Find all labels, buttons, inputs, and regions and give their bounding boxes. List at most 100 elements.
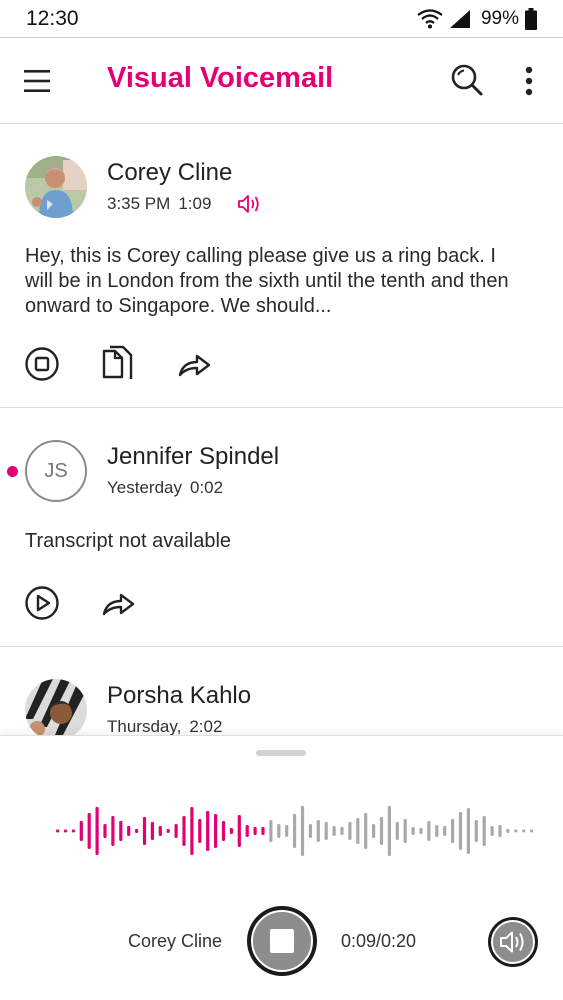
- waveform-bar: [435, 825, 439, 837]
- voicemail-duration: 1:09: [178, 194, 212, 213]
- waveform-bar: [530, 829, 534, 833]
- waveform-bar: [245, 825, 249, 837]
- waveform-bar: [182, 816, 186, 846]
- stop-icon: [270, 929, 294, 953]
- voicemail-duration: 0:02: [189, 478, 224, 497]
- copy-icon[interactable]: [101, 345, 135, 383]
- waveform-bar: [490, 826, 494, 836]
- waveform-bar: [451, 819, 455, 843]
- waveform-bar: [348, 822, 352, 840]
- unread-indicator: [7, 466, 18, 477]
- voicemail-item[interactable]: Corey Cline 3:35 PM 1:09 Hey, this is Co…: [0, 124, 563, 408]
- caller-name: Jennifer Spindel: [107, 443, 280, 470]
- waveform-bar: [95, 807, 99, 855]
- waveform-bar: [79, 821, 83, 841]
- waveform-bar: [127, 826, 131, 836]
- speaker-button[interactable]: [488, 917, 538, 967]
- voicemail-item[interactable]: Porsha Kahlo Thursday, 2:02: [0, 647, 563, 747]
- wifi-icon: [417, 8, 443, 28]
- waveform-bar: [221, 821, 226, 841]
- waveform-bar: [214, 814, 218, 848]
- battery-icon: [525, 7, 537, 30]
- page-title: Visual Voicemail: [107, 62, 334, 94]
- voicemail-meta: Yesterday 0:02: [107, 478, 223, 498]
- waveform-bar: [316, 820, 320, 842]
- status-time: 12:30: [26, 6, 79, 30]
- waveform-bar: [466, 808, 470, 854]
- signal-icon: [449, 9, 470, 28]
- voicemail-item[interactable]: JS Jennifer Spindel Yesterday 0:02 Trans…: [0, 408, 563, 647]
- waveform-bar: [427, 821, 431, 841]
- waveform-bar: [87, 813, 91, 849]
- stop-button[interactable]: [247, 906, 317, 976]
- waveform-bar: [379, 817, 384, 845]
- battery-percentage: 99%: [480, 7, 519, 29]
- waveform-bar: [372, 824, 376, 838]
- speaker-icon: [500, 931, 524, 953]
- playback-time: 0:09/0:20: [341, 931, 417, 951]
- waveform-bar: [166, 829, 170, 833]
- waveform-bar: [506, 829, 510, 833]
- avatar: [25, 156, 87, 218]
- waveform-bar: [419, 828, 423, 834]
- more-options-icon[interactable]: [520, 65, 538, 97]
- drag-handle[interactable]: [256, 750, 306, 756]
- waveform-bar: [135, 829, 139, 833]
- waveform-bar: [395, 822, 399, 840]
- waveform-bar: [206, 811, 210, 851]
- transcript-text: Hey, this is Corey calling please give u…: [25, 245, 509, 317]
- status-bar: 12:30 99%: [0, 0, 563, 38]
- waveform-bar: [190, 807, 194, 855]
- waveform-bar: [174, 824, 178, 838]
- waveform-bar: [261, 827, 265, 835]
- status-icons: 99%: [417, 7, 537, 30]
- waveform-bar: [300, 806, 305, 856]
- voicemail-time: 3:35 PM: [107, 194, 171, 213]
- caller-name: Porsha Kahlo: [107, 682, 252, 709]
- waveform-bar: [324, 822, 328, 840]
- audio-waveform[interactable]: [0, 796, 563, 866]
- caller-name: Corey Cline: [107, 159, 233, 186]
- waveform-bar: [403, 819, 407, 843]
- player-caller-name: Corey Cline: [128, 931, 223, 951]
- play-icon[interactable]: [24, 585, 60, 621]
- waveform-bar: [198, 819, 202, 843]
- share-icon[interactable]: [177, 350, 213, 380]
- waveform-bar: [253, 827, 257, 835]
- waveform-bar: [458, 812, 463, 850]
- voicemail-time: Yesterday: [107, 478, 182, 497]
- waveform-bar: [498, 825, 502, 837]
- voicemail-time: Thursday,: [107, 717, 182, 736]
- waveform-bar: [474, 820, 478, 842]
- stop-icon[interactable]: [24, 346, 60, 382]
- waveform-bar: [71, 829, 75, 833]
- waveform-bar: [277, 824, 281, 838]
- waveform-bar: [308, 824, 312, 838]
- waveform-bar: [340, 827, 344, 835]
- waveform-bar: [443, 826, 447, 836]
- voicemail-meta: 3:35 PM 1:09: [107, 194, 263, 214]
- waveform-bar: [142, 817, 147, 845]
- waveform-bar: [158, 826, 162, 836]
- app-bar: Visual Voicemail: [0, 38, 563, 124]
- waveform-bar: [150, 822, 154, 840]
- waveform-bar: [522, 829, 526, 833]
- waveform-bar: [387, 806, 391, 856]
- voicemail-meta: Thursday, 2:02: [107, 717, 222, 737]
- waveform-bar: [237, 815, 241, 847]
- waveform-bar: [103, 824, 107, 838]
- waveform-bar: [63, 829, 68, 833]
- waveform-bar: [285, 825, 289, 837]
- menu-icon[interactable]: [24, 69, 50, 93]
- waveform-bar: [332, 826, 336, 836]
- waveform-bar: [364, 813, 368, 849]
- search-icon[interactable]: [449, 62, 485, 98]
- waveform-bar: [269, 820, 273, 842]
- waveform-bar: [229, 828, 233, 834]
- waveform-bar: [482, 816, 486, 846]
- transcript-text: Transcript not available: [25, 530, 232, 552]
- share-icon[interactable]: [101, 589, 137, 619]
- waveform-bar: [514, 829, 518, 833]
- voicemail-duration: 2:02: [189, 717, 223, 736]
- avatar: JS: [25, 440, 87, 502]
